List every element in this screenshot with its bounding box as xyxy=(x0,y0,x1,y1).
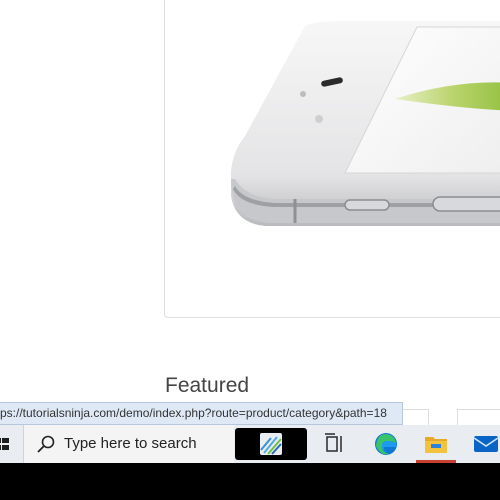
file-explorer-icon xyxy=(425,437,447,453)
task-view-button[interactable] xyxy=(322,431,350,457)
product-slideshow[interactable] xyxy=(164,0,500,318)
edge-browser-button[interactable] xyxy=(372,431,400,457)
taskbar-search-box[interactable]: Type here to search xyxy=(23,425,234,463)
mail-button[interactable] xyxy=(472,431,500,457)
windows-start-icon xyxy=(0,438,9,450)
iphone-image xyxy=(231,21,500,226)
featured-heading: Featured xyxy=(165,374,250,397)
task-view-icon xyxy=(325,433,342,452)
search-placeholder: Type here to search xyxy=(64,435,197,452)
widgets-button[interactable] xyxy=(235,428,307,460)
edge-icon xyxy=(375,433,397,455)
letterbox-bar xyxy=(0,463,500,500)
web-page: Featured xyxy=(0,0,500,451)
windows-start-button[interactable] xyxy=(0,425,22,463)
search-icon xyxy=(37,435,55,453)
widgets-icon xyxy=(260,433,282,455)
mail-icon xyxy=(473,436,499,452)
browser-status-bar-url: ps://tutorialsninja.com/demo/index.php?r… xyxy=(0,402,403,425)
file-explorer-button[interactable] xyxy=(422,431,450,457)
windows-taskbar: Type here to search xyxy=(0,425,500,463)
